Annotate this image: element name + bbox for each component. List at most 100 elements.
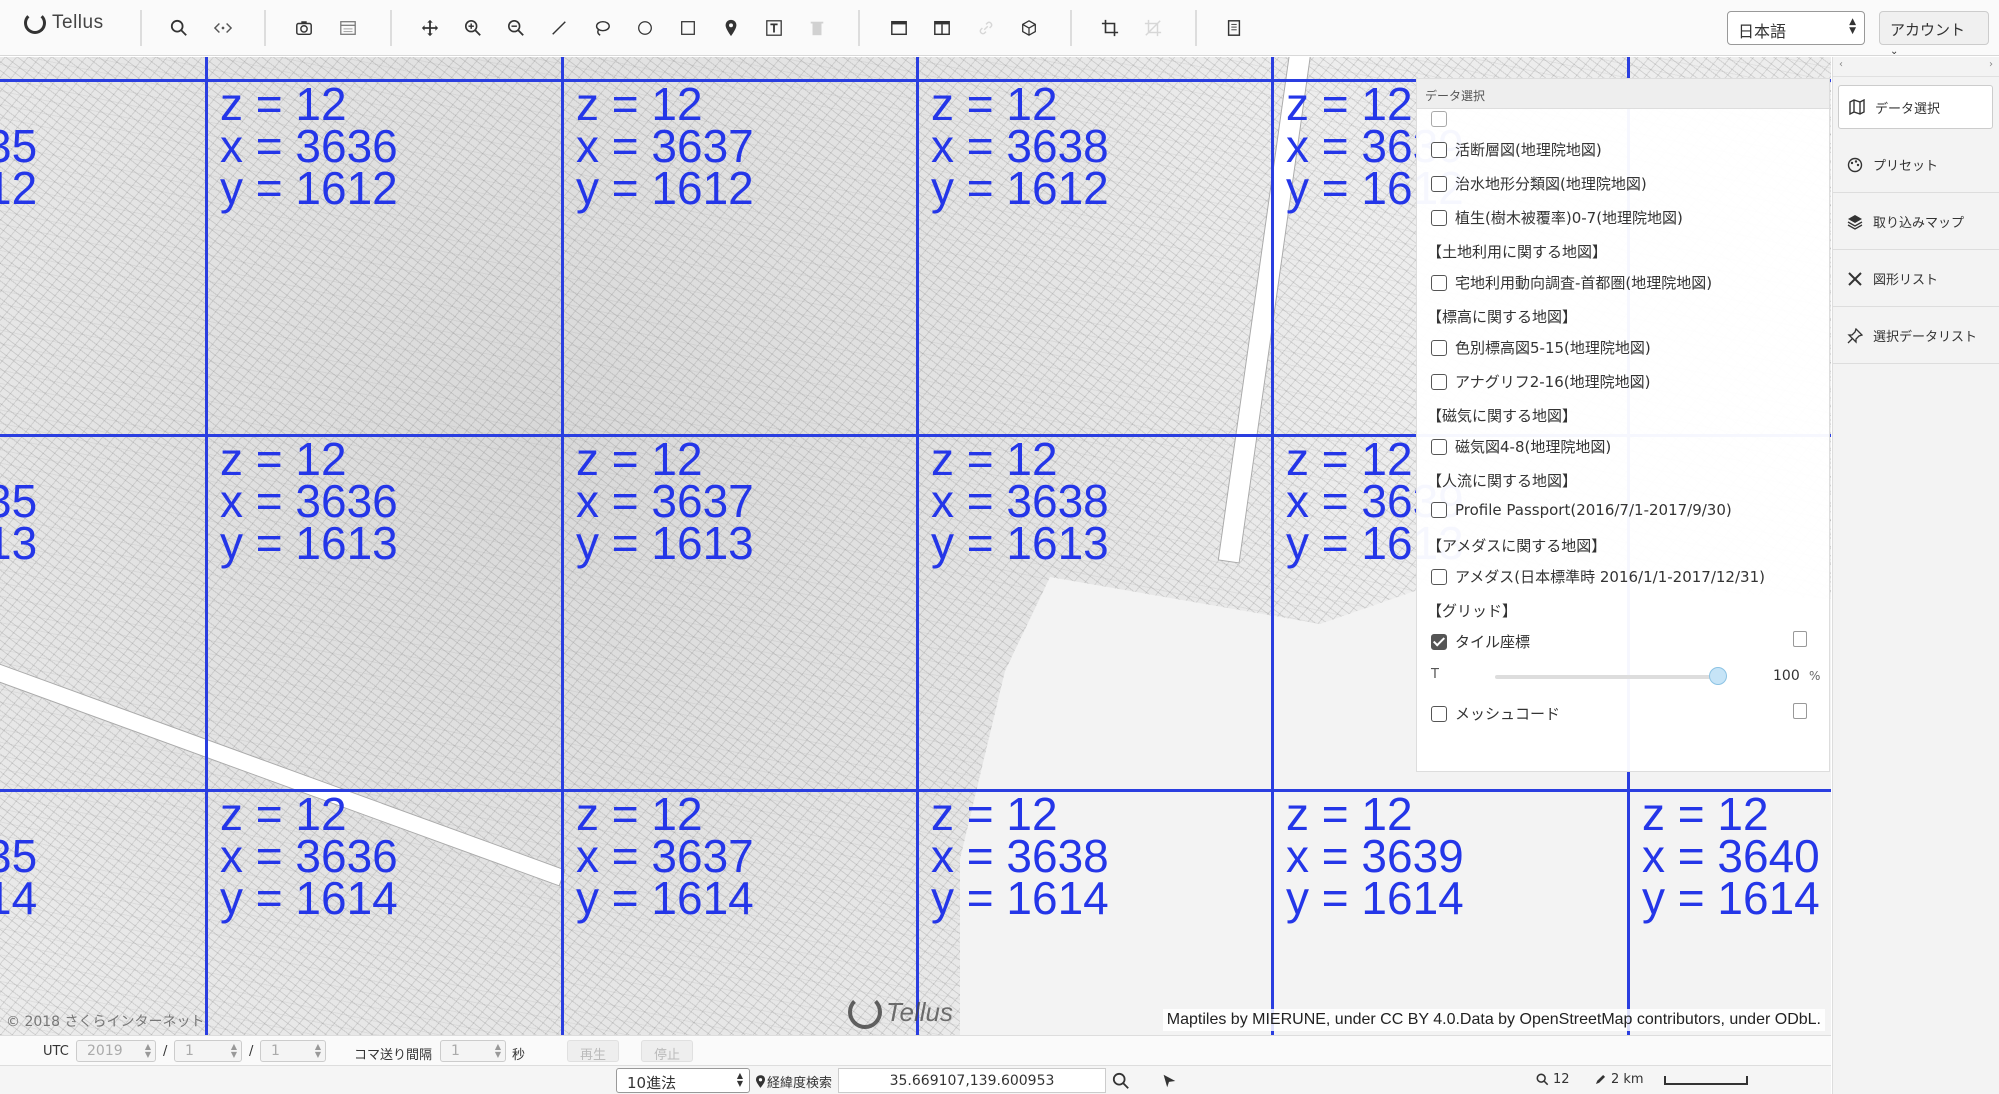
tile-x: x = 3638 — [931, 830, 1109, 882]
add-text-button[interactable] — [760, 14, 788, 42]
checkbox[interactable] — [1431, 175, 1447, 192]
layer-item[interactable]: 活断層図(地理院地図) — [1431, 139, 1602, 160]
day-field[interactable]: 1 ▲ ▼ — [260, 1040, 326, 1062]
tile-grid-line — [916, 57, 919, 1035]
checkbox[interactable] — [1431, 705, 1447, 722]
month-field[interactable]: 1 ▲ ▼ — [174, 1040, 242, 1062]
checkbox-checked[interactable] — [1431, 633, 1447, 650]
navigation-arrow-icon[interactable] — [1160, 1072, 1178, 1090]
checkbox[interactable] — [1431, 209, 1447, 226]
checkbox[interactable] — [1431, 111, 1447, 127]
section-heading: 【人流に関する地図】 — [1427, 472, 1578, 490]
crop-button[interactable] — [1096, 14, 1124, 42]
draw-lasso-button[interactable] — [588, 14, 616, 42]
checkbox[interactable] — [1431, 502, 1447, 518]
layer-item-mesh-code[interactable]: メッシュコード — [1431, 703, 1560, 724]
tile-z: z = 12 — [931, 78, 1058, 130]
sidebar-item-imported-maps[interactable]: 取り込みマップ — [1833, 194, 1999, 250]
pan-button[interactable] — [416, 14, 444, 42]
checkbox[interactable] — [1431, 568, 1447, 585]
stop-button[interactable]: 停止 — [641, 1040, 694, 1063]
link-button[interactable] — [209, 14, 237, 42]
tile-label: z = 12 x = 3638 y = 1612 — [931, 78, 1109, 211]
screenshot-button[interactable] — [290, 14, 318, 42]
tile-label-fragment: 35 13 — [0, 475, 38, 569]
delete-button[interactable] — [803, 14, 831, 42]
sync-link-button[interactable] — [972, 14, 1000, 42]
add-marker-button[interactable] — [717, 14, 745, 42]
tile-y: y = 1613 — [931, 517, 1109, 569]
tile-y: y = 1614 — [576, 872, 754, 924]
sidebar-item-label: 取り込みマップ — [1873, 216, 1965, 231]
split-view-button[interactable] — [928, 14, 956, 42]
sidebar-item-data-select[interactable]: データ選択 — [1838, 85, 1993, 129]
sidebar-collapse-bar[interactable]: ‹ › — [1833, 57, 1999, 77]
layer-item[interactable]: 宅地利用動向調査-首都圏(地理院地図) — [1431, 272, 1712, 293]
play-button[interactable]: 再生 — [567, 1040, 620, 1063]
search-button[interactable] — [165, 14, 193, 42]
chevron-left-icon[interactable]: ‹ — [1839, 59, 1843, 74]
layer-item[interactable]: 植生(樹木被覆率)0-7(地理院地図) — [1431, 207, 1683, 228]
layer-item[interactable]: 磁気図4-8(地理院地図) — [1431, 436, 1611, 457]
copy-icon[interactable] — [1793, 631, 1807, 647]
layer-item-tile-coords[interactable]: タイル座標 — [1431, 631, 1530, 652]
language-value: 日本語 — [1738, 22, 1787, 41]
calendar-button[interactable] — [334, 14, 362, 42]
tile-x: x = 3637 — [576, 120, 754, 172]
layer-item[interactable]: アメダス(日本標準時 2016/1/1-2017/12/31) — [1431, 566, 1765, 587]
tile-x: x = 3636 — [220, 830, 398, 882]
language-select[interactable]: 日本語 ▲ ▼ — [1727, 11, 1865, 45]
layer-item[interactable]: Profile Passport(2016/7/1-2017/9/30) — [1431, 501, 1732, 519]
3d-view-button[interactable] — [1015, 14, 1043, 42]
tile-x: x = 3636 — [220, 120, 398, 172]
single-view-button[interactable] — [885, 14, 913, 42]
crop-clear-button[interactable] — [1139, 14, 1167, 42]
layer-item[interactable]: 色別標高図5-15(地理院地図) — [1431, 337, 1651, 358]
sidebar-item-selected-data[interactable]: 選択データリスト — [1833, 308, 1999, 364]
layers-icon — [1847, 214, 1863, 230]
chevron-right-icon[interactable]: › — [1989, 59, 1993, 74]
layer-item[interactable]: アナグリフ2-16(地理院地図) — [1431, 371, 1650, 392]
layer-label: メッシュコード — [1455, 705, 1561, 723]
section-heading: 【標高に関する地図】 — [1427, 308, 1578, 326]
draw-circle-button[interactable] — [631, 14, 659, 42]
tile-label-fragment: 35 14 — [0, 830, 38, 924]
checkbox[interactable] — [1431, 339, 1447, 356]
calendar-icon — [340, 21, 356, 35]
zoom-in-button[interactable] — [459, 14, 487, 42]
split-view-icon — [934, 20, 950, 36]
panel-title: データ選択 — [1417, 79, 1829, 109]
year-field[interactable]: 2019 ▲ ▼ — [76, 1040, 156, 1062]
checkbox[interactable] — [1431, 438, 1447, 455]
section-heading: 【アメダスに関する地図】 — [1427, 537, 1607, 555]
coordinate-format-select[interactable]: 10進法 ▲ ▼ — [616, 1068, 750, 1093]
opacity-slider-track[interactable] — [1495, 675, 1715, 679]
app-logo[interactable]: Tellus — [24, 12, 104, 34]
zoom-out-button[interactable] — [502, 14, 530, 42]
tile-x: x = 3639 — [1286, 830, 1464, 882]
coordinate-search-input[interactable]: 35.669107,139.600953 — [838, 1068, 1106, 1093]
layer-label: 宅地利用動向調査-首都圏(地理院地図) — [1455, 274, 1713, 292]
copy-icon[interactable] — [1793, 703, 1807, 719]
interval-value: 1 — [451, 1043, 460, 1059]
crop-off-icon — [1144, 19, 1162, 37]
draw-rectangle-button[interactable] — [674, 14, 702, 42]
sidebar-item-label: 選択データリスト — [1873, 330, 1978, 345]
sidebar-item-shape-list[interactable]: 図形リスト — [1833, 251, 1999, 307]
checkbox[interactable] — [1431, 274, 1447, 291]
account-button[interactable]: アカウント ⌄ — [1879, 11, 1989, 57]
draw-line-button[interactable] — [545, 14, 573, 42]
panel-list[interactable]: 活断層図(地理院地図) 治水地形分類図(地理院地図) 植生(樹木被覆率)0-7(… — [1417, 109, 1829, 769]
checkbox[interactable] — [1431, 373, 1447, 390]
toolbar-divider — [140, 10, 142, 46]
checkbox[interactable] — [1431, 141, 1447, 158]
tile-x: x = 3638 — [931, 475, 1109, 527]
opacity-slider-handle[interactable] — [1709, 667, 1727, 685]
interval-field[interactable]: 1 ▲ ▼ — [440, 1040, 506, 1062]
layer-item[interactable]: 治水地形分類図(地理院地図) — [1431, 173, 1647, 194]
document-button[interactable] — [1220, 14, 1248, 42]
search-icon[interactable] — [1112, 1072, 1130, 1090]
palette-icon — [1847, 157, 1863, 172]
tile-label: z = 12 x = 3637 y = 1612 — [576, 81, 754, 211]
sidebar-item-preset[interactable]: プリセット — [1833, 137, 1999, 193]
